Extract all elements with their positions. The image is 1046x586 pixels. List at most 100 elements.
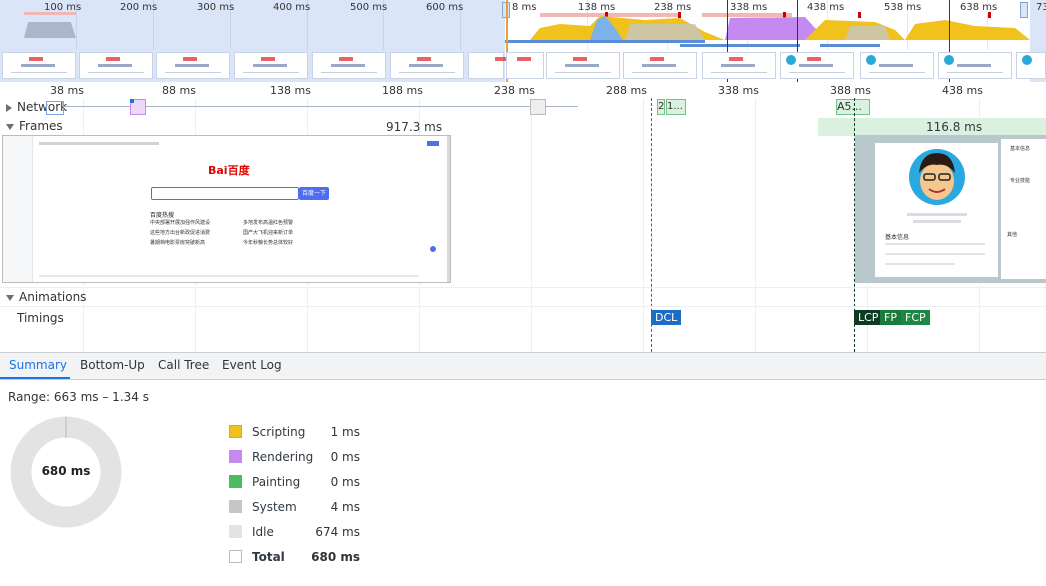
timeline-overview[interactable]: 100 ms 200 ms 300 ms 400 ms 500 ms 600 m… xyxy=(0,0,1046,82)
frame-screenshot-baidu[interactable]: Bai百度 百度一下 百度热搜 中央部署开展加强作风建设 这些地方出台新政促进消… xyxy=(2,135,451,283)
overview-tick-label: 438 ms xyxy=(807,2,845,13)
overview-net-line xyxy=(680,44,800,47)
legend-label: System xyxy=(252,500,297,514)
filmstrip-frame[interactable] xyxy=(234,52,308,79)
screenshot-nav xyxy=(39,142,159,145)
ruler-tick-label: 38 ms xyxy=(50,84,84,97)
network-request[interactable]: 2 xyxy=(657,99,665,115)
legend-label: Idle xyxy=(252,525,274,539)
timing-marker-lcp[interactable]: LCP xyxy=(854,310,883,325)
overview-tick-label: 138 ms xyxy=(578,2,616,13)
overview-tick-label: 538 ms xyxy=(884,2,922,13)
overview-tick-label: 500 ms xyxy=(350,2,388,13)
baidu-hot-item: 今年秋粮长势总体较好 xyxy=(243,240,294,246)
screenshot-footer xyxy=(39,275,419,277)
track-divider xyxy=(0,287,1046,288)
overview-tick-label: 200 ms xyxy=(120,2,158,13)
filmstrip-frame[interactable] xyxy=(2,52,76,79)
ruler-tick-label: 188 ms xyxy=(382,84,423,97)
track-animations-label: Animations xyxy=(19,290,87,304)
baidu-hot-item: 中央部署开展加强作风建设 xyxy=(150,220,211,226)
legend-value: 674 ms xyxy=(315,525,360,539)
profile-section-title: 基本信息 xyxy=(885,234,910,241)
profile-side-title: 其他 xyxy=(1007,232,1018,238)
swatch-painting xyxy=(229,475,242,488)
gridline xyxy=(643,98,644,352)
timing-marker-dcl[interactable]: DCL xyxy=(651,310,682,325)
bottom-tab-bar xyxy=(0,352,1046,380)
network-request[interactable]: 1... xyxy=(666,99,686,115)
overview-net-line xyxy=(505,40,705,43)
track-timings-label: Timings xyxy=(17,311,64,325)
overview-network-bar xyxy=(24,12,76,15)
filmstrip-frame[interactable] xyxy=(860,52,934,79)
profile-text-line xyxy=(885,263,955,265)
swatch-system xyxy=(229,500,242,513)
tab-call-tree[interactable]: Call Tree xyxy=(158,356,209,374)
screenshot-login-button xyxy=(427,141,439,146)
profile-text-line xyxy=(885,243,985,245)
legend-label: Total xyxy=(252,550,285,564)
network-request-marker xyxy=(130,99,134,103)
filmstrip-frame[interactable] xyxy=(702,52,776,79)
frame-duration: 917.3 ms xyxy=(386,120,443,134)
track-animations-header[interactable]: Animations xyxy=(6,290,86,304)
overview-tick-label: 638 ms xyxy=(960,2,998,13)
network-request[interactable] xyxy=(530,99,546,115)
screenshot-scrollbar xyxy=(447,136,450,282)
filmstrip-frame[interactable] xyxy=(938,52,1012,79)
legend-value: 680 ms xyxy=(311,550,360,564)
ruler-tick-label: 138 ms xyxy=(270,84,311,97)
filmstrip-frame[interactable] xyxy=(780,52,854,79)
profile-side-title: 专业技能 xyxy=(1010,178,1031,184)
frame-screenshot-profile[interactable]: 基本信息 基本信息 专业技能 其他 xyxy=(855,135,1046,283)
timing-marker-fp[interactable]: FP xyxy=(880,310,901,325)
filmstrip-frame[interactable] xyxy=(546,52,620,79)
tab-bottom-up[interactable]: Bottom-Up xyxy=(80,356,145,374)
swatch-total xyxy=(229,550,242,563)
overview-tick-label: 600 ms xyxy=(426,2,464,13)
baidu-search-button: 百度一下 xyxy=(299,187,329,200)
legend-value: 4 ms xyxy=(330,500,360,514)
overview-tick-label: 400 ms xyxy=(273,2,311,13)
screenshot-sidebar xyxy=(3,136,33,282)
baidu-hot-item: 国产大飞机迎来新订单 xyxy=(243,230,294,236)
ruler-tick-label: 288 ms xyxy=(606,84,647,97)
swatch-scripting xyxy=(229,425,242,438)
ruler-tick-label: 438 ms xyxy=(942,84,983,97)
collapse-arrow-icon[interactable] xyxy=(6,123,14,130)
expand-arrow-icon[interactable] xyxy=(6,103,12,112)
profile-text-line xyxy=(913,220,961,223)
network-request[interactable]: A5... xyxy=(836,99,870,115)
filmstrip-frame[interactable] xyxy=(468,52,509,79)
gridline xyxy=(531,98,532,352)
profile-text-line xyxy=(907,213,967,216)
filmstrip-frame[interactable] xyxy=(79,52,153,79)
overview-tick-label: 338 ms xyxy=(730,2,768,13)
frame-duration: 116.8 ms xyxy=(926,120,983,134)
profile-side-panel xyxy=(1001,139,1046,279)
ruler-tick-label: 88 ms xyxy=(162,84,196,97)
profile-text-line xyxy=(885,253,985,255)
tab-summary[interactable]: Summary xyxy=(9,356,67,374)
overview-tick-label: 73 xyxy=(1036,2,1046,13)
track-frames-header[interactable]: Frames xyxy=(6,119,63,133)
filmstrip-frame[interactable] xyxy=(623,52,697,79)
legend-label: Painting xyxy=(252,475,301,489)
summary-range: Range: 663 ms – 1.34 s xyxy=(8,390,149,404)
legend-label: Rendering xyxy=(252,450,314,464)
filmstrip-frame[interactable] xyxy=(156,52,230,79)
baidu-hot-title: 百度热搜 xyxy=(150,212,175,219)
filmstrip-frame[interactable] xyxy=(390,52,464,79)
network-request[interactable] xyxy=(46,101,64,115)
collapse-arrow-icon[interactable] xyxy=(6,294,14,301)
filmstrip-frame[interactable] xyxy=(312,52,386,79)
filmstrip-frame[interactable] xyxy=(506,52,544,79)
filmstrip-frame[interactable] xyxy=(1016,52,1046,79)
baidu-hot-item: 这些地方出台新政促进消费 xyxy=(150,230,211,236)
tab-event-log[interactable]: Event Log xyxy=(222,356,282,374)
timing-marker-fcp[interactable]: FCP xyxy=(901,310,930,325)
profile-avatar xyxy=(909,149,965,205)
baidu-hot-item: 多地发布高温红色预警 xyxy=(243,220,294,226)
ruler-tick-label: 238 ms xyxy=(494,84,535,97)
